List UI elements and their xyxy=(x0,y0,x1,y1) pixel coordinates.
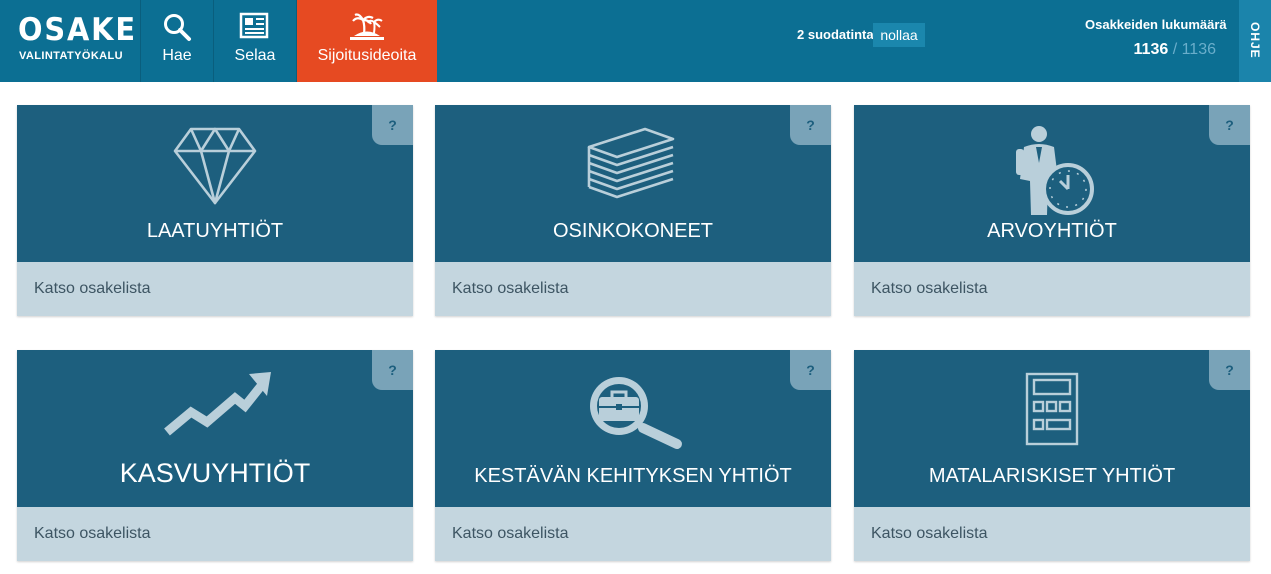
view-stock-list-link[interactable]: Katso osakelista xyxy=(452,525,569,543)
card-footer: Katso osakelista xyxy=(435,507,831,561)
card-header: ? KESTÄVÄN KEHITYKSEN YHTIÖT xyxy=(435,350,831,507)
nav-search-label: Hae xyxy=(162,47,192,64)
card-footer: Katso osakelista xyxy=(435,262,831,316)
calculator-icon xyxy=(1025,372,1079,446)
top-bar: OSAKE VALINTATYÖKALU Hae Selaa Sijoitusi… xyxy=(0,0,1271,82)
logo-subtitle: VALINTATYÖKALU xyxy=(19,50,123,62)
stock-count: 1136 / 1136 xyxy=(1134,40,1216,60)
island-icon xyxy=(348,12,386,47)
card-sustainable-companies[interactable]: ? KESTÄVÄN KEHITYKSEN YHTIÖT Katso osake… xyxy=(435,350,831,561)
view-stock-list-link[interactable]: Katso osakelista xyxy=(871,280,988,298)
help-button[interactable]: ? xyxy=(372,350,413,390)
card-growth-companies[interactable]: ? KASVUYHTIÖT Katso osakelista xyxy=(17,350,413,561)
stock-count-total: 1136 xyxy=(1181,41,1216,58)
card-title: KASVUYHTIÖT xyxy=(119,458,311,488)
help-button[interactable]: ? xyxy=(790,350,831,390)
view-stock-list-link[interactable]: Katso osakelista xyxy=(34,525,151,543)
logo-title: OSAKE xyxy=(18,12,137,48)
nav-browse[interactable]: Selaa xyxy=(214,0,297,82)
reset-filters-button[interactable]: nollaa xyxy=(873,23,925,47)
card-header: ? MATALARISKISET YHTIÖT xyxy=(854,350,1250,507)
card-footer: Katso osakelista xyxy=(17,262,413,316)
magnifier-briefcase-icon xyxy=(590,377,682,449)
help-button[interactable]: ? xyxy=(790,105,831,145)
logo[interactable]: OSAKE VALINTATYÖKALU xyxy=(0,0,141,82)
newspaper-icon xyxy=(239,12,271,45)
card-quality-companies[interactable]: ? LAATUYHTIÖT Katso osakelista xyxy=(17,105,413,316)
card-title: KESTÄVÄN KEHITYKSEN YHTIÖT xyxy=(474,465,792,487)
stock-count-current: 1136 xyxy=(1133,41,1169,58)
stock-count-separator: / xyxy=(1168,41,1182,58)
card-header: ? OSINKOKONEET xyxy=(435,105,831,262)
view-stock-list-link[interactable]: Katso osakelista xyxy=(452,280,569,298)
businessman-clock-icon xyxy=(1016,126,1094,215)
nav-browse-label: Selaa xyxy=(234,47,276,64)
card-title: LAATUYHTIÖT xyxy=(146,220,284,242)
filter-count: 2 suodatinta xyxy=(797,27,874,42)
card-title: OSINKOKONEET xyxy=(552,220,714,242)
card-footer: Katso osakelista xyxy=(17,507,413,561)
card-header: ? ARVOYHTIÖT xyxy=(854,105,1250,262)
card-footer: Katso osakelista xyxy=(854,262,1250,316)
card-low-risk-companies[interactable]: ? MATALARISKISET YHTIÖT Katso osakelista xyxy=(854,350,1250,561)
help-button[interactable]: ? xyxy=(1209,105,1250,145)
card-header: ? KASVUYHTIÖT xyxy=(17,350,413,507)
help-button[interactable]: ? xyxy=(1209,350,1250,390)
view-stock-list-link[interactable]: Katso osakelista xyxy=(871,525,988,543)
help-tab[interactable]: OHJE xyxy=(1239,0,1271,82)
card-dividend-machines[interactable]: ? OSINKOKONEET Katso osakelista xyxy=(435,105,831,316)
nav-investment-ideas-label: Sijoitusideoita xyxy=(317,47,417,64)
card-header: ? LAATUYHTIÖT xyxy=(17,105,413,262)
card-footer: Katso osakelista xyxy=(854,507,1250,561)
diamond-icon xyxy=(173,127,257,205)
card-value-companies[interactable]: ? ARVOYHTIÖT Katso osakelista xyxy=(854,105,1250,316)
nav-investment-ideas[interactable]: Sijoitusideoita xyxy=(297,0,437,82)
card-title: ARVOYHTIÖT xyxy=(987,220,1117,242)
stock-count-label: Osakkeiden lukumäärä xyxy=(1085,17,1227,32)
nav-search[interactable]: Hae xyxy=(141,0,214,82)
view-stock-list-link[interactable]: Katso osakelista xyxy=(34,280,151,298)
paper-stack-icon xyxy=(587,127,675,199)
card-title: MATALARISKISET YHTIÖT xyxy=(928,465,1176,487)
help-tab-label: OHJE xyxy=(1248,22,1262,59)
search-icon xyxy=(162,12,192,47)
help-button[interactable]: ? xyxy=(372,105,413,145)
trend-arrow-icon xyxy=(164,372,271,436)
